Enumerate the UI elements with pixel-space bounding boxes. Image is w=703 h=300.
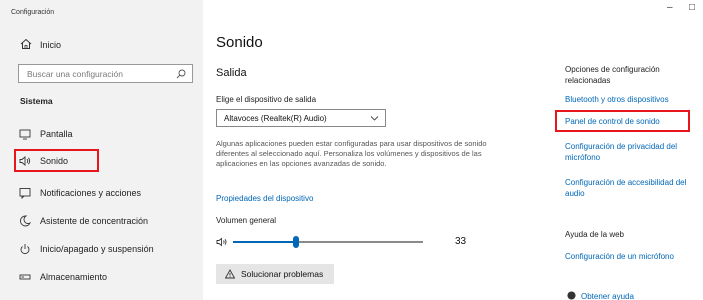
sidebar-item-label: Pantalla — [40, 129, 73, 139]
sidebar-item-storage[interactable]: Almacenamiento — [0, 266, 203, 288]
section-label-system: Sistema — [20, 96, 53, 106]
search-box[interactable] — [18, 64, 193, 83]
audio-accessibility-link[interactable]: Configuración de accesibilidad del audio — [565, 177, 700, 199]
minimize-button[interactable]: – — [667, 2, 673, 13]
sidebar-item-label: Inicio/apagado y suspensión — [40, 244, 154, 254]
help-icon — [567, 291, 576, 300]
microphone-privacy-link[interactable]: Configuración de privacidad del micrófon… — [565, 141, 700, 163]
search-icon[interactable] — [176, 69, 186, 79]
microphone-setup-link[interactable]: Configuración de un micrófono — [565, 251, 674, 262]
sidebar-home[interactable]: Inicio — [0, 33, 203, 57]
related-settings-heading: Opciones de configuración relacionadas — [565, 65, 660, 85]
chevron-down-icon — [370, 116, 379, 121]
device-properties-link[interactable]: Propiedades del dispositivo — [216, 194, 313, 203]
sidebar-item-focus-assist[interactable]: Asistente de concentración — [0, 210, 203, 232]
selected-item-highlight — [14, 149, 99, 172]
search-input[interactable] — [19, 65, 169, 82]
slider-fill — [233, 241, 296, 243]
home-icon — [20, 38, 32, 49]
output-device-label: Elige el dispositivo de salida — [216, 95, 317, 104]
storage-icon — [19, 274, 31, 280]
highlight-box — [555, 110, 690, 132]
bluetooth-link[interactable]: Bluetooth y otros dispositivos — [565, 94, 669, 105]
warning-icon — [225, 269, 235, 279]
volume-icon[interactable] — [216, 237, 228, 247]
get-help-link[interactable]: Obtener ayuda — [581, 291, 634, 300]
power-icon — [20, 244, 30, 255]
output-device-select[interactable]: Altavoces (Realtek(R) Audio) — [216, 109, 386, 127]
home-label: Inicio — [40, 40, 62, 50]
output-description: Algunas aplicaciones pueden estar config… — [216, 139, 487, 168]
sidebar-item-label: Asistente de concentración — [40, 216, 149, 226]
troubleshoot-button[interactable]: Solucionar problemas — [216, 264, 334, 284]
volume-slider[interactable] — [233, 236, 423, 248]
slider-thumb[interactable] — [293, 236, 299, 248]
page-title: Sonido — [216, 34, 263, 51]
troubleshoot-label: Solucionar problemas — [241, 269, 324, 279]
web-help-heading: Ayuda de la web — [565, 230, 625, 239]
sidebar: Configuración Inicio Sistema Pantalla So… — [0, 0, 203, 300]
output-device-value: Altavoces (Realtek(R) Audio) — [224, 114, 327, 123]
window-title: Configuración — [11, 9, 55, 16]
sidebar-item-label: Almacenamiento — [40, 272, 108, 282]
volume-value: 33 — [455, 236, 467, 247]
volume-label: Volumen general — [216, 216, 277, 225]
sidebar-item-notifications[interactable]: Notificaciones y acciones — [0, 182, 203, 204]
notification-icon — [19, 188, 31, 199]
maximize-button[interactable]: □ — [689, 2, 695, 13]
moon-icon — [20, 215, 31, 227]
related-settings-panel: – □ Opciones de configuración relacionad… — [543, 0, 703, 300]
main-content: Sonido Salida Elige el dispositivo de sa… — [203, 0, 543, 300]
output-heading: Salida — [216, 67, 247, 79]
sidebar-item-power-sleep[interactable]: Inicio/apagado y suspensión — [0, 238, 203, 260]
sidebar-item-display[interactable]: Pantalla — [0, 123, 203, 145]
monitor-icon — [19, 129, 31, 140]
sidebar-item-label: Notificaciones y acciones — [40, 188, 142, 198]
